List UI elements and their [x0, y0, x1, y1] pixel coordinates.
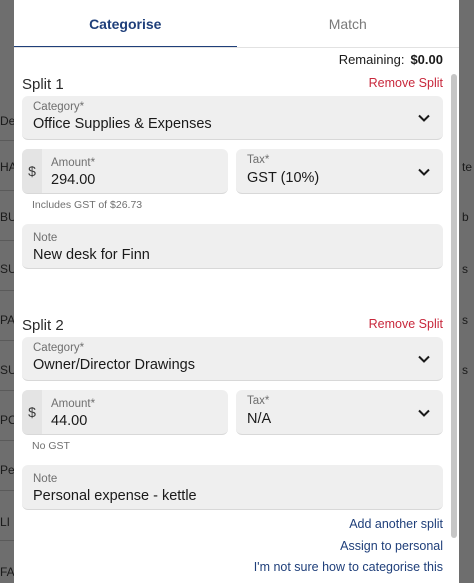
split-title: Split 2 [22, 317, 64, 334]
bg-divider [0, 140, 14, 141]
bg-divider [0, 440, 14, 441]
assign-personal-link[interactable]: Assign to personal [340, 539, 443, 553]
category-value: Owner/Director Drawings [33, 357, 195, 373]
remaining-summary: Remaining: $0.00 [339, 52, 443, 67]
tab-bar: Categorise Match [14, 0, 459, 48]
bg-text: SU [0, 262, 14, 276]
bg-text: BU [0, 210, 14, 224]
category-select[interactable]: Category* Office Supplies & Expenses [22, 96, 443, 140]
note-input[interactable]: Note Personal expense - kettle [22, 465, 443, 510]
amount-field[interactable]: $ Amount* 44.00 [22, 390, 228, 435]
amount-value: 44.00 [51, 413, 88, 429]
bg-text: b [462, 210, 469, 224]
remove-split-button[interactable]: Remove Split [369, 76, 443, 90]
tab-categorise[interactable]: Categorise [14, 0, 237, 48]
bg-text: SU [0, 363, 14, 377]
chevron-down-icon [418, 355, 430, 363]
bg-text: FA [0, 565, 14, 579]
remaining-amount: $0.00 [410, 52, 443, 67]
categorise-modal: Categorise Match Remaining: $0.00 Split 1… [14, 0, 459, 583]
bg-text: s [462, 313, 468, 327]
split-title: Split 1 [22, 76, 64, 93]
note-input[interactable]: Note New desk for Finn [22, 224, 443, 269]
tax-select[interactable]: Tax* GST (10%) [236, 149, 443, 194]
background-app-left: De HA BU SU PA SU PC Pe LI FA [0, 0, 14, 583]
amount-label: Amount* [51, 398, 96, 410]
remove-split-button[interactable]: Remove Split [369, 317, 443, 331]
amount-value: 294.00 [51, 172, 96, 188]
bg-divider [0, 190, 14, 191]
bg-divider [0, 490, 14, 491]
bg-text: te [462, 160, 473, 174]
add-split-link[interactable]: Add another split [349, 517, 443, 531]
tax-value: GST (10%) [247, 170, 320, 186]
tax-hint: Includes GST of $26.73 [32, 199, 143, 211]
tab-match[interactable]: Match [237, 0, 460, 48]
bg-text: PC [0, 413, 14, 427]
scrollbar[interactable] [451, 74, 457, 538]
background-app-right: te b s s s [459, 0, 474, 583]
currency-prefix: $ [22, 390, 42, 434]
note-value: New desk for Finn [33, 247, 150, 263]
amount-field[interactable]: $ Amount* 294.00 [22, 149, 228, 194]
bg-text: Pe [0, 463, 14, 477]
tax-label: Tax* [247, 154, 270, 166]
chevron-down-icon [418, 168, 430, 176]
note-label: Note [33, 473, 58, 485]
amount-label: Amount* [51, 157, 96, 169]
chevron-down-icon [418, 114, 430, 122]
bg-text: HA [0, 160, 14, 174]
category-label: Category* [33, 342, 85, 354]
bg-divider [0, 290, 14, 291]
bg-text: PA [0, 313, 14, 327]
tax-hint: No GST [32, 440, 70, 452]
category-label: Category* [33, 101, 85, 113]
currency-prefix: $ [22, 149, 42, 193]
bg-divider [0, 390, 14, 391]
category-value: Office Supplies & Expenses [33, 116, 212, 132]
chevron-down-icon [418, 409, 430, 417]
bg-text: s [462, 262, 468, 276]
bg-divider [0, 540, 14, 541]
bg-divider [0, 340, 14, 341]
tax-value: N/A [247, 411, 272, 427]
bg-text: s [462, 363, 468, 377]
note-value: Personal expense - kettle [33, 488, 197, 504]
not-sure-link[interactable]: I'm not sure how to categorise this [254, 560, 443, 574]
tax-label: Tax* [247, 395, 270, 407]
note-label: Note [33, 232, 58, 244]
bg-divider [0, 240, 14, 241]
tab-divider [14, 47, 459, 48]
bg-text: LI [0, 515, 11, 529]
bg-text: De [0, 114, 14, 128]
remaining-label: Remaining: [338, 52, 405, 67]
category-select[interactable]: Category* Owner/Director Drawings [22, 337, 443, 381]
tax-select[interactable]: Tax* N/A [236, 390, 443, 435]
